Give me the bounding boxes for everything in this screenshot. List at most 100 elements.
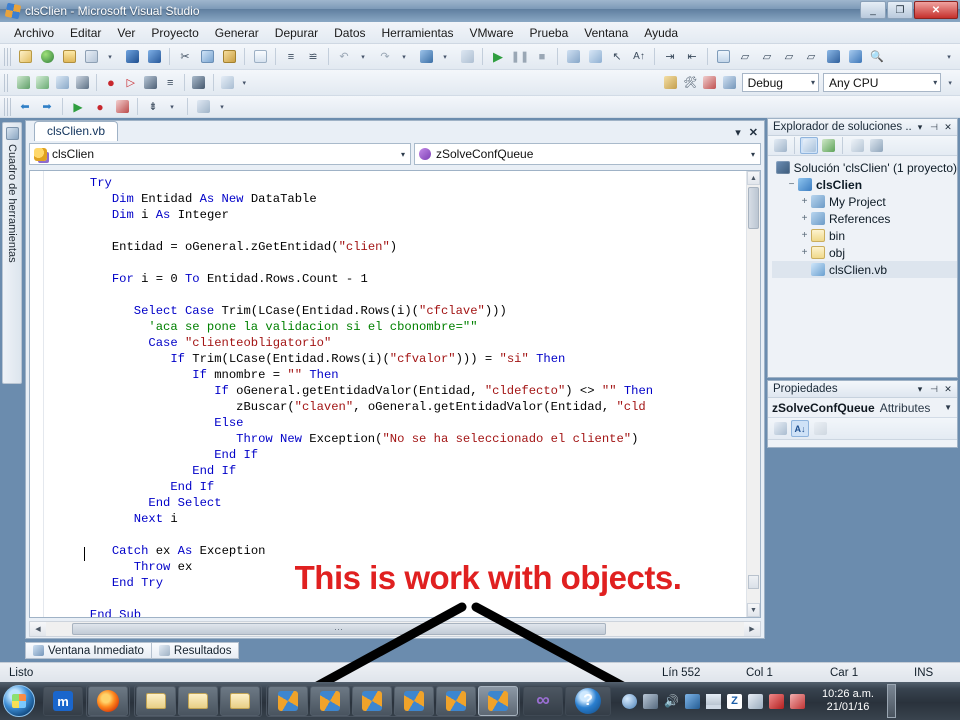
taskbar-item-camtasia[interactable]: ∞	[523, 686, 563, 716]
outdent-icon[interactable]: ⇤	[682, 47, 702, 67]
taskbar-item-vs-2[interactable]	[310, 686, 350, 716]
taskbar-item-vs-5[interactable]	[436, 686, 476, 716]
uncomment-icon[interactable]: ≌	[303, 47, 323, 67]
properties-icon[interactable]	[771, 137, 789, 154]
tab-resultados[interactable]: Resultados	[150, 642, 240, 659]
solution-platform-combo[interactable]: Any CPU ▾	[823, 73, 942, 92]
menu-ayuda[interactable]: Ayuda	[636, 24, 686, 42]
show-desktop-button[interactable]	[887, 684, 896, 718]
search-toolbar-icon[interactable]: 🔍	[867, 47, 887, 67]
tree-node[interactable]: + References	[772, 210, 957, 227]
properties-pin-icon[interactable]: ⊣	[928, 383, 940, 395]
menu-editar[interactable]: Editar	[62, 24, 109, 42]
window-icon[interactable]	[713, 47, 733, 67]
run-to-cursor-icon[interactable]: ▷	[122, 73, 140, 93]
taskbar-item-maxthon[interactable]: m	[43, 686, 83, 716]
action-center-icon[interactable]	[622, 693, 637, 709]
scroll-right-arrow-icon[interactable]: ▶	[744, 622, 760, 636]
close-button[interactable]: ✕	[914, 1, 958, 19]
toolbar-grip-2[interactable]	[4, 73, 11, 92]
pause-icon[interactable]: ❚❚	[510, 47, 530, 67]
split-view-handle[interactable]	[748, 575, 759, 589]
menu-herramientas[interactable]: Herramientas	[374, 24, 462, 42]
nav-fwd-blue-icon[interactable]	[845, 47, 865, 67]
tree-node[interactable]: + My Project	[772, 193, 957, 210]
immediate-window-small-icon[interactable]	[721, 73, 739, 93]
nav-back-blue-icon[interactable]	[823, 47, 843, 67]
scroll-down-arrow-icon[interactable]: ▼	[747, 603, 760, 617]
outline-icon[interactable]: ≡	[161, 73, 179, 93]
tree-expander-icon[interactable]: +	[798, 213, 811, 224]
tree-expander-icon[interactable]: +	[798, 247, 811, 258]
printer-icon[interactable]	[790, 693, 805, 709]
stop-icon[interactable]: ■	[532, 47, 552, 67]
font-size-icon[interactable]: A↑	[629, 47, 649, 67]
network-flyout-icon[interactable]	[643, 693, 658, 709]
horizontal-scroll-thumb[interactable]: ⋯	[72, 623, 606, 635]
find-icon[interactable]	[250, 47, 270, 67]
tab-ventana-inmediato[interactable]: Ventana Inmediato	[25, 642, 152, 659]
comment-icon[interactable]: ≡	[281, 47, 301, 67]
minimize-button[interactable]: _	[860, 1, 886, 19]
tree-node[interactable]: − clsClien	[772, 176, 957, 193]
open-file-icon[interactable]	[59, 47, 79, 67]
callout-4-icon[interactable]: ▱	[801, 47, 821, 67]
bookmark-icon[interactable]	[142, 73, 160, 93]
pointer-icon[interactable]: ↖	[607, 47, 627, 67]
toolbar-grip[interactable]	[4, 47, 11, 66]
tree-expander-icon[interactable]: +	[798, 196, 811, 207]
view-code-icon[interactable]	[848, 137, 866, 154]
step-over-icon[interactable]	[73, 73, 91, 93]
object-browser-icon[interactable]	[219, 73, 237, 93]
configuration-manager-icon[interactable]	[54, 73, 72, 93]
show-all-files-icon[interactable]	[800, 137, 818, 154]
solution-config-icon[interactable]	[563, 47, 583, 67]
member-dropdown[interactable]: zSolveConfQueue ▾	[414, 143, 761, 165]
taskbar-clock[interactable]: 10:26 a.m. 21/01/16	[815, 688, 881, 714]
taskbar-item-help[interactable]: ?	[565, 686, 611, 716]
start-button[interactable]	[3, 685, 35, 717]
callout-1-icon[interactable]: ▱	[735, 47, 755, 67]
panel-pin-icon[interactable]: ⊣	[928, 121, 940, 133]
maximize-button[interactable]: ❐	[887, 1, 913, 19]
undo-dropdown-icon[interactable]: ▾	[353, 47, 373, 67]
tree-node[interactable]: + bin	[772, 227, 957, 244]
tab-close-icon[interactable]: ✕	[749, 126, 758, 139]
add-item-dropdown-icon[interactable]: ▾	[100, 47, 120, 67]
monitor-icon[interactable]	[748, 693, 763, 709]
refresh-icon[interactable]	[819, 137, 837, 154]
taskbar-item-vs-6[interactable]	[478, 686, 518, 716]
solution-tree[interactable]: Solución 'clsClien' (1 proyecto) − clsClie…	[768, 156, 957, 278]
step-into-icon[interactable]: ⇟	[143, 97, 163, 117]
build-solution-icon[interactable]	[14, 73, 32, 93]
tree-expander-icon[interactable]: −	[785, 179, 798, 190]
menu-ver[interactable]: Ver	[109, 24, 143, 42]
undo-icon[interactable]: ↶	[334, 47, 354, 67]
antivirus-icon[interactable]	[769, 693, 784, 709]
taskbar-item-firefox[interactable]	[88, 686, 128, 716]
callout-2-icon[interactable]: ▱	[757, 47, 777, 67]
menu-datos[interactable]: Datos	[326, 24, 373, 42]
volume-icon[interactable]: 🔊	[664, 694, 679, 709]
menu-vmware[interactable]: VMware	[462, 24, 522, 42]
panel-menu-icon[interactable]: ▾	[914, 121, 926, 133]
taskbar-item-vs-1[interactable]	[268, 686, 308, 716]
copy-icon[interactable]	[197, 47, 217, 67]
stop-debugging-icon[interactable]: ●	[90, 97, 110, 117]
paste-icon[interactable]	[219, 47, 239, 67]
menu-generar[interactable]: Generar	[207, 24, 267, 42]
vertical-scroll-thumb[interactable]	[748, 187, 759, 229]
rebuild-icon[interactable]	[34, 73, 52, 93]
breakpoint-icon[interactable]: ●	[102, 73, 120, 93]
tree-expander-icon[interactable]: +	[798, 230, 811, 241]
toolbar-overflow-icon-2[interactable]: ▾	[941, 73, 959, 93]
tab-list-dropdown-icon[interactable]: ▾	[735, 126, 741, 139]
view-designer-icon[interactable]	[867, 137, 885, 154]
toolbar-grip-3[interactable]	[4, 97, 11, 116]
nav-back-icon[interactable]: ⬅	[15, 97, 35, 117]
solution-configuration-combo[interactable]: Debug ▾	[741, 73, 820, 92]
menu-prueba[interactable]: Prueba	[522, 24, 577, 42]
clear-bookmarks-icon[interactable]	[701, 73, 719, 93]
step-dropdown-icon[interactable]: ▾	[162, 97, 182, 117]
alphabetical-icon[interactable]: A↓	[791, 420, 809, 437]
